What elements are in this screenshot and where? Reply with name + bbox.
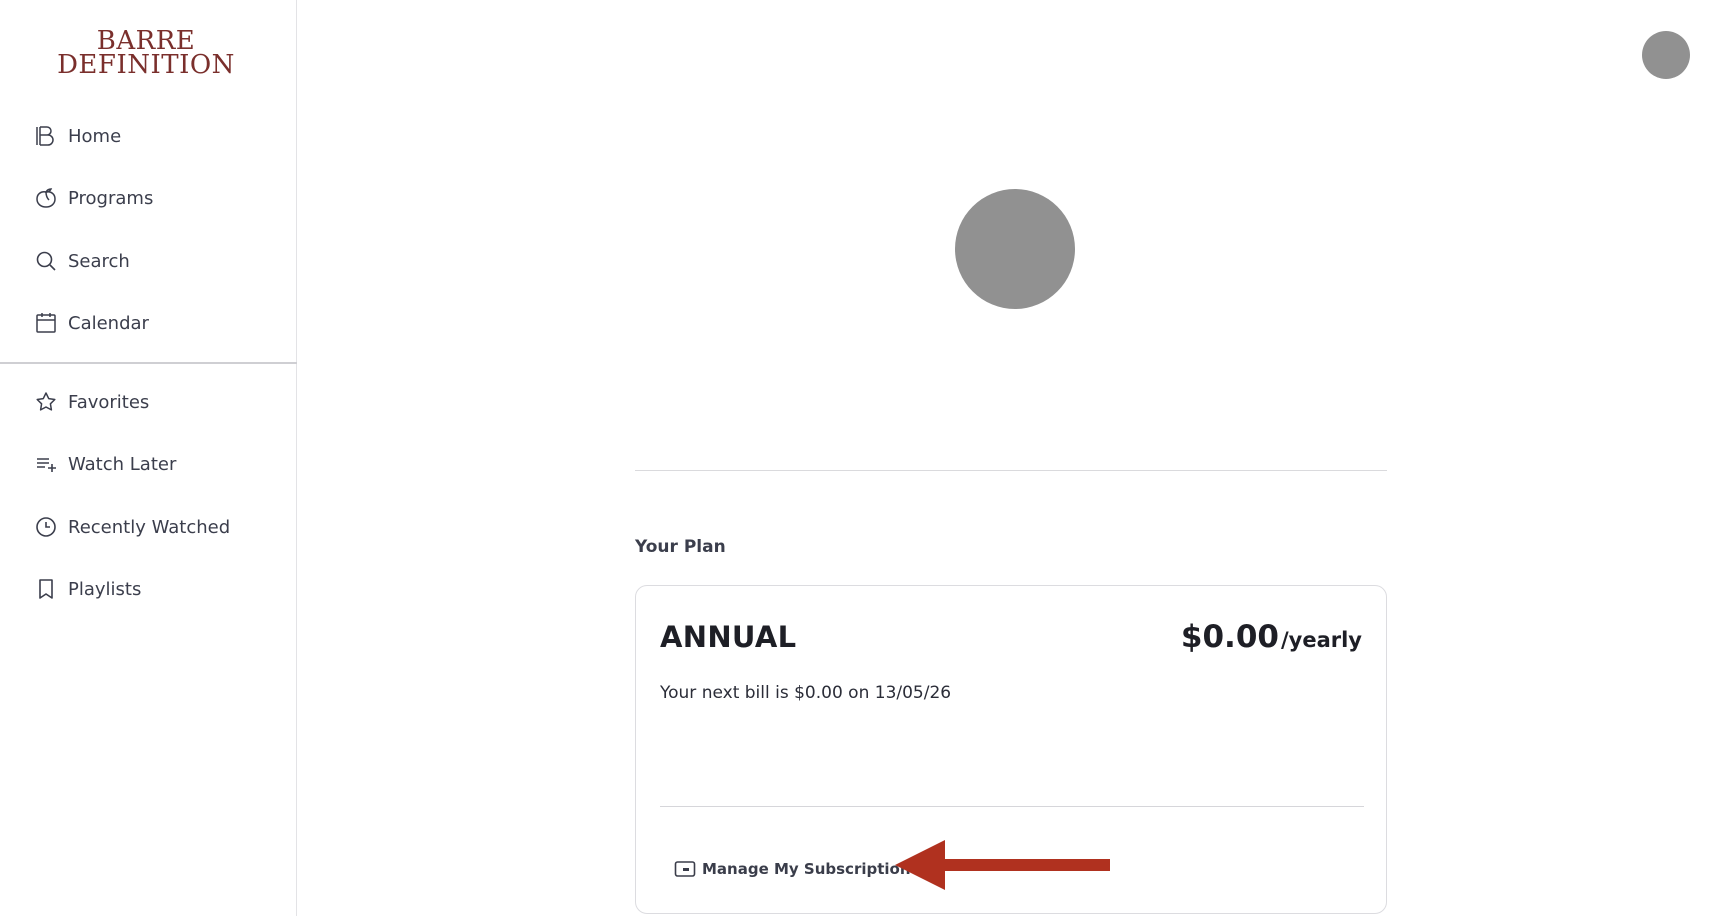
plan-price-amount: $0.00 <box>1180 619 1279 655</box>
sidebar-divider <box>0 362 297 364</box>
sidebar: BARRE DEFINITION Home Programs Search Ca… <box>0 0 297 916</box>
credit-card-icon <box>674 860 696 878</box>
sidebar-item-label: Home <box>68 125 122 147</box>
sidebar-item-label: Calendar <box>68 312 149 334</box>
sidebar-item-programs[interactable]: Programs <box>34 183 153 213</box>
plan-price: $0.00 /yearly <box>1181 619 1362 655</box>
profile-avatar <box>955 189 1075 309</box>
annotation-arrow <box>895 840 1110 890</box>
account-avatar-button[interactable] <box>1642 31 1690 79</box>
sidebar-item-label: Recently Watched <box>68 516 231 538</box>
peach-icon <box>34 186 58 210</box>
app-root: BARRE DEFINITION Home Programs Search Ca… <box>0 0 1712 916</box>
bookmark-icon <box>34 577 58 601</box>
brand-logo-line2: DEFINITION <box>57 50 235 80</box>
clock-icon <box>34 515 58 539</box>
sidebar-item-label: Watch Later <box>68 453 177 475</box>
sidebar-item-favorites[interactable]: Favorites <box>34 387 149 417</box>
plan-name: ANNUAL <box>660 620 797 654</box>
sidebar-item-home[interactable]: Home <box>34 121 121 151</box>
sidebar-item-label: Programs <box>68 187 154 209</box>
next-bill-text: Your next bill is $0.00 on 13/05/26 <box>660 683 952 703</box>
sidebar-item-label: Favorites <box>68 391 150 413</box>
sidebar-item-label: Playlists <box>68 578 142 600</box>
sidebar-item-watch-later[interactable]: Watch Later <box>34 449 176 479</box>
star-icon <box>34 390 58 414</box>
sidebar-item-playlists[interactable]: Playlists <box>34 574 141 604</box>
manage-subscription-label: Manage My Subscription <box>702 860 911 878</box>
sidebar-item-recently-watched[interactable]: Recently Watched <box>34 512 230 542</box>
sidebar-item-search[interactable]: Search <box>34 246 130 276</box>
plan-price-period: /yearly <box>1280 628 1362 652</box>
brand-logo[interactable]: BARRE DEFINITION <box>0 28 292 80</box>
playlist-add-icon <box>34 452 58 476</box>
brand-b-icon <box>34 124 58 148</box>
manage-subscription-button[interactable]: Manage My Subscription <box>674 856 911 882</box>
card-divider <box>660 806 1364 807</box>
search-icon <box>34 249 58 273</box>
sidebar-item-label: Search <box>68 250 130 272</box>
calendar-icon <box>34 311 58 335</box>
sidebar-item-calendar[interactable]: Calendar <box>34 308 149 338</box>
your-plan-heading: Your Plan <box>635 537 726 557</box>
section-divider <box>635 470 1387 471</box>
